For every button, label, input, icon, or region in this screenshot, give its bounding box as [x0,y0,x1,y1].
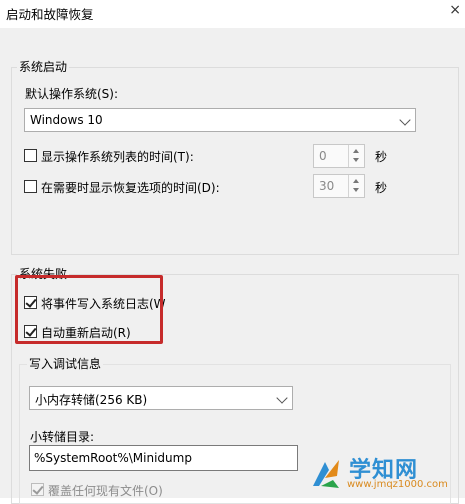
show-recovery-value: 30 [319,179,335,193]
debug-info-legend: 写入调试信息 [27,355,104,372]
default-os-label: 默认操作系统(S): [25,87,119,101]
chevron-down-icon [399,114,411,126]
watermark: 学知网 www.jmqz1000.com [305,452,465,498]
highlight-box [15,275,163,344]
spinner-buttons[interactable] [348,145,364,167]
close-icon[interactable]: × [449,2,461,18]
spin-down-icon[interactable] [353,188,359,192]
dump-type-value: 小内存转储(256 KB) [35,393,148,407]
overwrite-label: 覆盖任何现有文件(O) [48,484,163,498]
spin-up-icon[interactable] [353,179,359,183]
chevron-down-icon [276,392,288,404]
show-recovery-label: 在需要时显示恢复选项的时间(D): [41,181,220,195]
dump-dir-label: 小转储目录: [30,430,95,444]
show-os-list-spinner[interactable]: 0 [313,144,365,168]
default-os-value: Windows 10 [30,113,103,127]
dump-type-select[interactable]: 小内存转储(256 KB) [29,386,293,410]
spin-up-icon[interactable] [353,149,359,153]
system-startup-legend: 系统启动 [17,58,70,75]
watermark-url: www.jmqz1000.com [347,479,448,490]
show-recovery-unit: 秒 [375,181,388,195]
dialog-content: 系统启动 默认操作系统(S): Windows 10 显示操作系统列表的时间(T… [0,28,465,504]
spinner-buttons[interactable] [348,175,364,197]
window-title: 启动和故障恢复 [6,7,94,22]
show-os-list-unit: 秒 [375,150,388,164]
show-os-list-checkbox[interactable] [24,149,37,162]
dump-dir-value: %SystemRoot%\Minidump [34,451,192,465]
show-recovery-spinner[interactable]: 30 [313,174,365,198]
overwrite-checkbox[interactable] [31,483,44,496]
watermark-logo-icon [313,460,339,488]
spin-down-icon[interactable] [353,158,359,162]
show-recovery-checkbox[interactable] [24,180,37,193]
show-os-list-value: 0 [319,149,327,163]
default-os-select[interactable]: Windows 10 [24,108,416,132]
dump-dir-input[interactable]: %SystemRoot%\Minidump [29,445,298,471]
title-bar: 启动和故障恢复 × [0,0,465,28]
show-os-list-label: 显示操作系统列表的时间(T): [41,150,194,164]
